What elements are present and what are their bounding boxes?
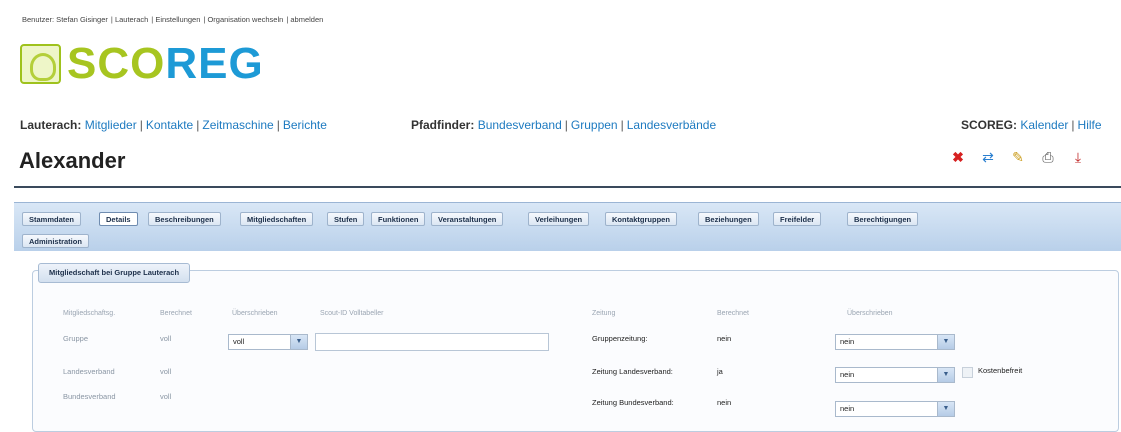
user-label: Benutzer: Stefan Gisinger — [22, 15, 108, 24]
chevron-down-icon: ▼ — [937, 402, 954, 416]
nav-kalender[interactable]: Kalender — [1020, 118, 1068, 132]
row-value-gruppe: voll — [160, 334, 172, 343]
row-label-zeitung-landesverband: Zeitung Landesverband: — [592, 367, 673, 376]
panel-legend: Mitgliedschaft bei Gruppe Lauterach — [38, 263, 191, 283]
scout-lily-icon — [20, 44, 61, 84]
user-link-logout[interactable]: abmelden — [290, 15, 323, 24]
tab-details[interactable]: Details — [99, 212, 138, 226]
tab-berechtigungen[interactable]: Berechtigungen — [847, 212, 919, 226]
row-value-gruppenzeitung: nein — [717, 334, 732, 343]
nav-bundesverband[interactable]: Bundesverband — [478, 118, 562, 132]
scout-id-input[interactable] — [315, 333, 549, 351]
title-divider — [14, 186, 1121, 188]
tab-freifelder[interactable]: Freifelder — [773, 212, 822, 226]
row-label-landesverband: Landesverband — [63, 367, 115, 376]
col-header-zeitung-override: Überschrieben — [847, 310, 893, 317]
user-bar: Benutzer: Stefan Gisinger | Lauterach | Ei… — [22, 15, 324, 24]
nav-mitglieder[interactable]: Mitglieder — [85, 118, 137, 132]
row-value-zeitung-bundesverband: nein — [717, 398, 732, 407]
user-link-settings[interactable]: Einstellungen — [155, 15, 200, 24]
refresh-icon[interactable]: ⇄ — [981, 150, 995, 164]
chevron-down-icon: ▼ — [937, 335, 954, 349]
nav-hilfe[interactable]: Hilfe — [1078, 118, 1102, 132]
print-icon[interactable]: ⎙ — [1041, 150, 1055, 164]
col-header-zeitung: Zeitung — [592, 310, 616, 317]
user-link-lauterach[interactable]: Lauterach — [115, 15, 148, 24]
kostenbefreit-label: Kostenbefreit — [978, 366, 1023, 375]
scoreg-logo[interactable]: SCOREG — [20, 39, 264, 88]
pdf-export-icon[interactable]: ⤓ — [1071, 150, 1085, 164]
row-label-gruppenzeitung: Gruppenzeitung: — [592, 334, 648, 343]
gruppe-override-select[interactable]: voll ▼ — [228, 334, 308, 350]
zeitung-bundesverband-select[interactable]: nein ▼ — [835, 401, 955, 417]
nav-group-pfadfinder: Pfadfinder: Bundesverband | Gruppen | Landes… — [411, 118, 717, 132]
row-label-gruppe: Gruppe — [63, 334, 89, 343]
row-value-zeitung-landesverband: ja — [717, 367, 723, 376]
nav-zeitmaschine[interactable]: Zeitmaschine — [202, 118, 273, 132]
nav-group-scoreg: SCOREG: Kalender | Hilfe — [961, 118, 1102, 132]
row-label-bundesverband: Bundesverband — [63, 392, 116, 401]
row-label-zeitung-bundesverband: Zeitung Bundesverband: — [592, 398, 674, 407]
row-value-bundesverband: voll — [160, 392, 172, 401]
tab-stufen[interactable]: Stufen — [327, 212, 365, 226]
tab-administration[interactable]: Administration — [22, 234, 89, 248]
nav-landesverbaende[interactable]: Landesverbände — [627, 118, 716, 132]
col-header-override: Überschrieben — [232, 310, 278, 317]
col-header-scout-id: Scout-ID Volltabeller — [320, 310, 384, 317]
col-header-membership: Mitgliedschaftsg. — [63, 310, 116, 317]
gruppenzeitung-select[interactable]: nein ▼ — [835, 334, 955, 350]
tab-kontaktgruppen[interactable]: Kontaktgruppen — [605, 212, 677, 226]
row-value-landesverband: voll — [160, 367, 172, 376]
col-header-zeitung-calculated: Berechnet — [717, 310, 749, 317]
logo-wordmark: SCOREG — [67, 39, 264, 88]
edit-icon[interactable]: ✎ — [1011, 150, 1025, 164]
nav-berichte[interactable]: Berichte — [283, 118, 327, 132]
tab-mitgliedschaften[interactable]: Mitgliedschaften — [240, 212, 314, 226]
delete-icon[interactable]: ✖ — [951, 150, 965, 164]
tab-beschreibungen[interactable]: Beschreibungen — [148, 212, 221, 226]
tab-verleihungen[interactable]: Verleihungen — [528, 212, 590, 226]
membership-panel — [32, 270, 1119, 432]
tab-beziehungen[interactable]: Beziehungen — [698, 212, 759, 226]
nav-group-lauterach: Lauterach: Mitglieder | Kontakte | Zeitmasch… — [20, 118, 327, 132]
tab-veranstaltungen[interactable]: Veranstaltungen — [431, 212, 504, 226]
nav-kontakte[interactable]: Kontakte — [146, 118, 193, 132]
tab-funktionen[interactable]: Funktionen — [371, 212, 426, 226]
main-navigation: Lauterach: Mitglieder | Kontakte | Zeitmasch… — [20, 118, 1121, 134]
user-link-switch-org[interactable]: Organisation wechseln — [207, 15, 283, 24]
detail-tabs: Stammdaten Details Beschreibungen Mitgli… — [14, 202, 1121, 251]
kostenbefreit-checkbox[interactable] — [962, 367, 973, 378]
zeitung-landesverband-select[interactable]: nein ▼ — [835, 367, 955, 383]
col-header-calculated: Berechnet — [160, 310, 192, 317]
record-actions: ✖ ⇄ ✎ ⎙ ⤓ — [951, 150, 1085, 164]
page-title: Alexander — [19, 148, 126, 173]
chevron-down-icon: ▼ — [937, 368, 954, 382]
nav-gruppen[interactable]: Gruppen — [571, 118, 618, 132]
chevron-down-icon: ▼ — [290, 335, 307, 349]
tab-stammdaten[interactable]: Stammdaten — [22, 212, 82, 226]
